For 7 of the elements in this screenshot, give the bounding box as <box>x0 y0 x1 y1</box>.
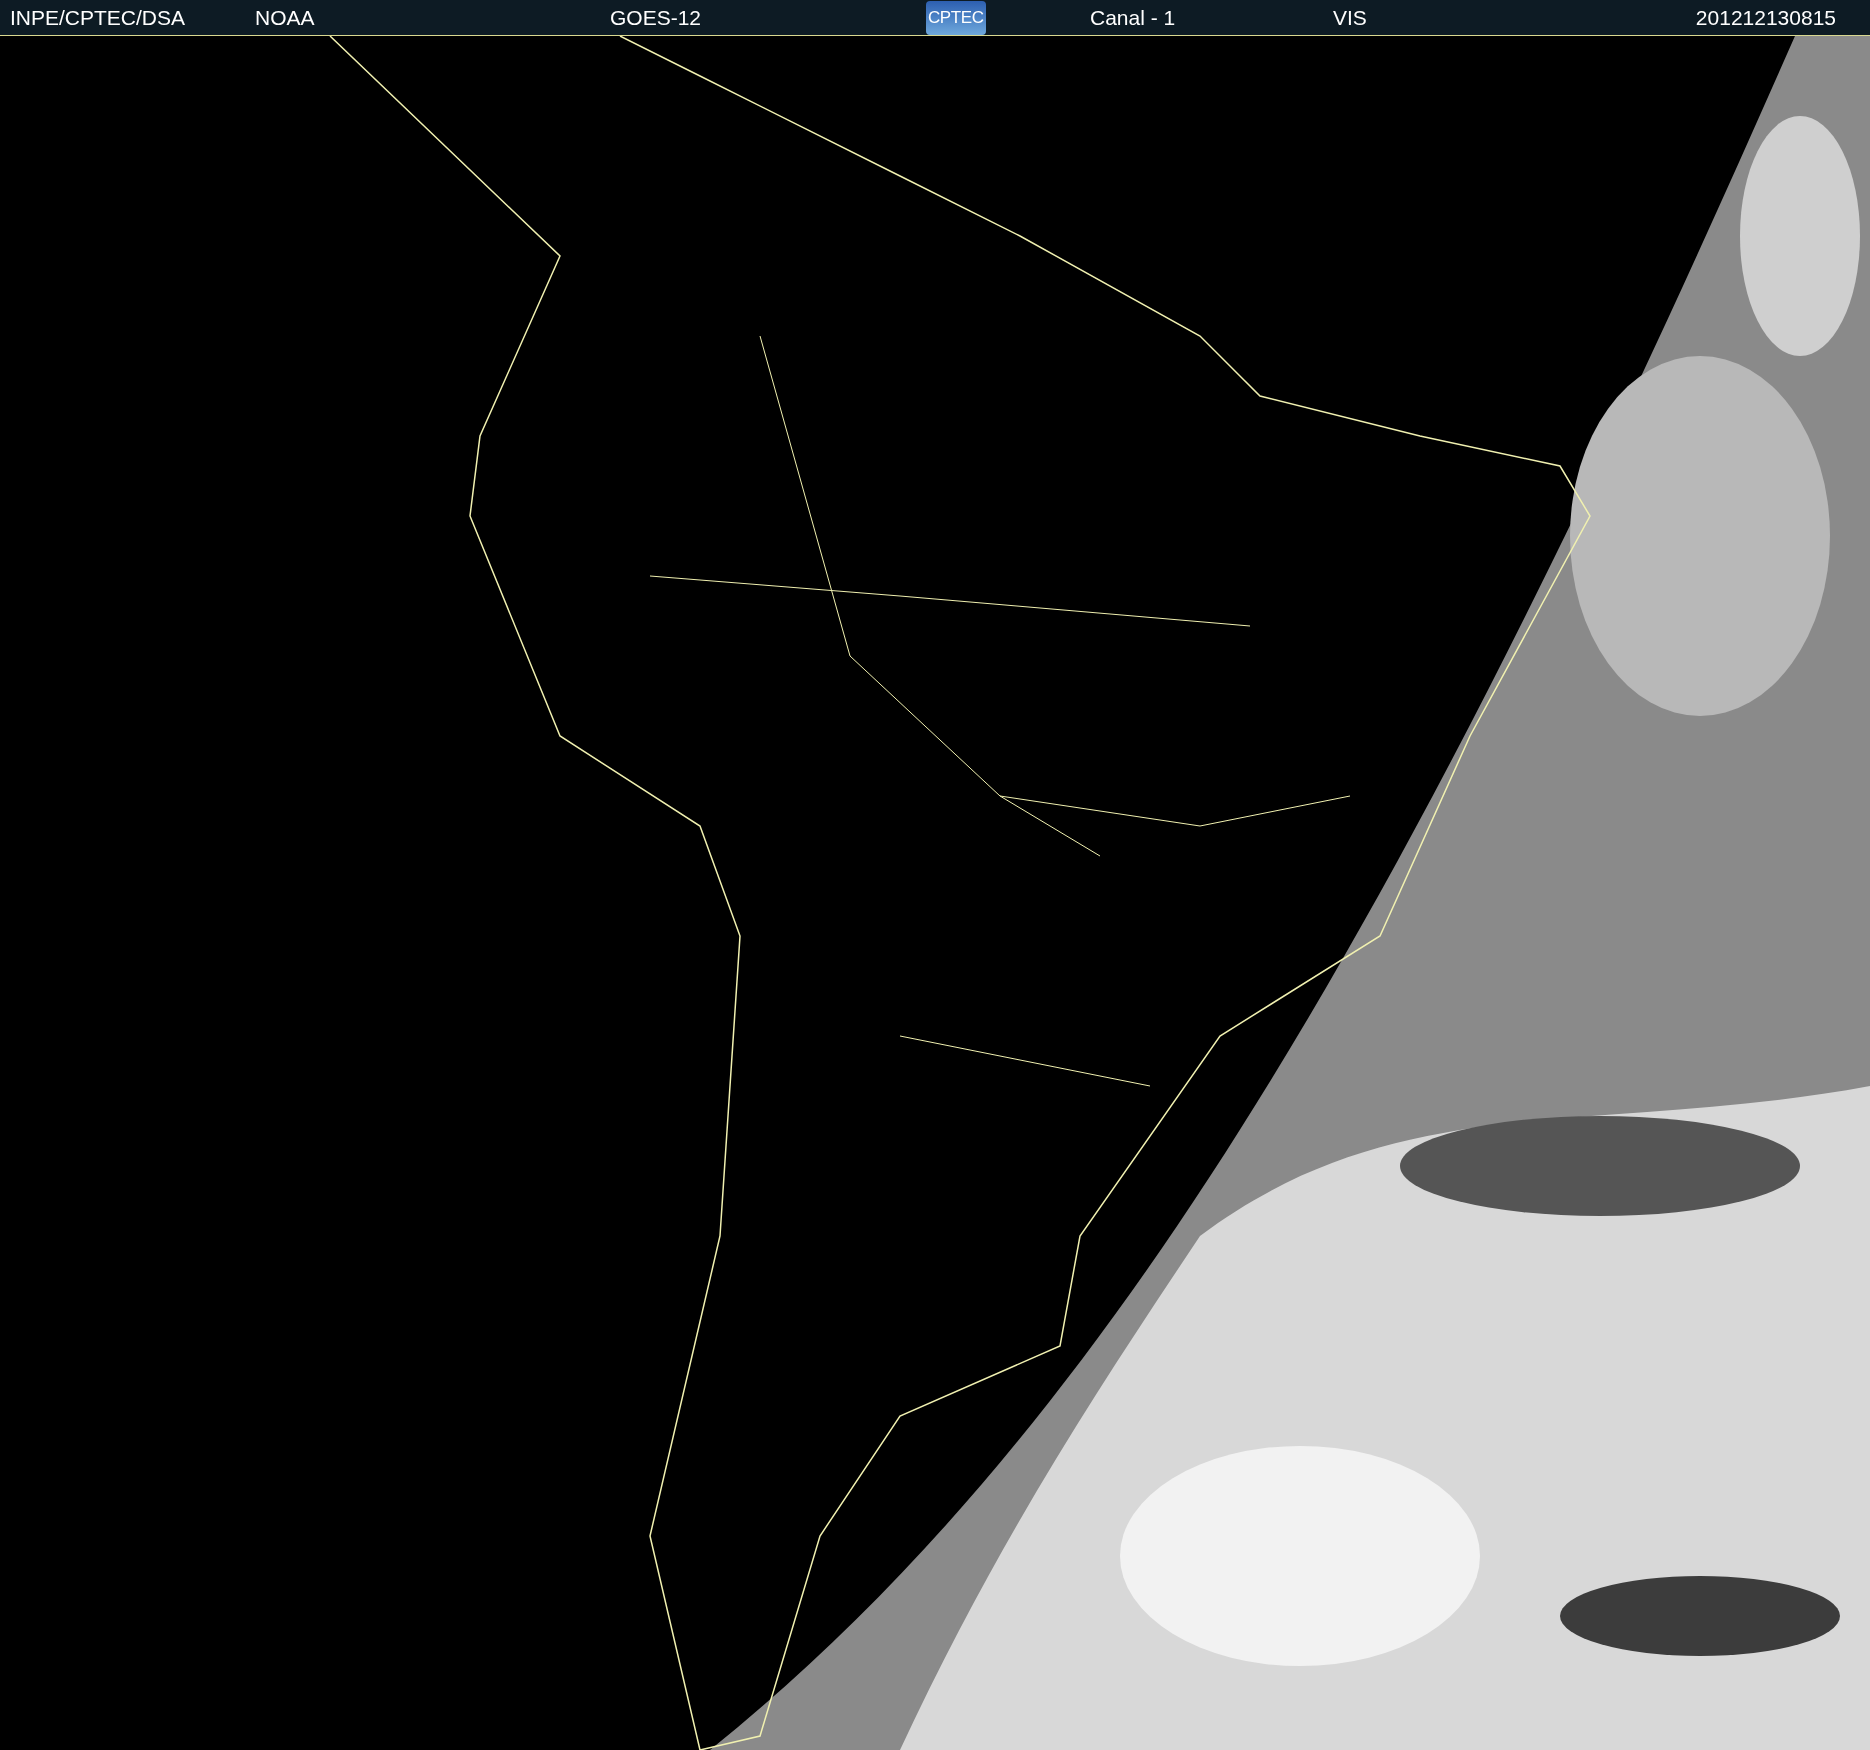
header-label: VIS <box>1333 5 1367 29</box>
header-label: GOES-12 <box>610 5 702 29</box>
header-label: 201212130815 <box>1695 5 1836 29</box>
header-label: Canal - 1 <box>1090 5 1176 29</box>
logo: CPTEC <box>926 0 986 35</box>
header-label: INPE/CPTEC/DSA <box>10 5 186 29</box>
header-label: NOAA <box>255 5 315 29</box>
